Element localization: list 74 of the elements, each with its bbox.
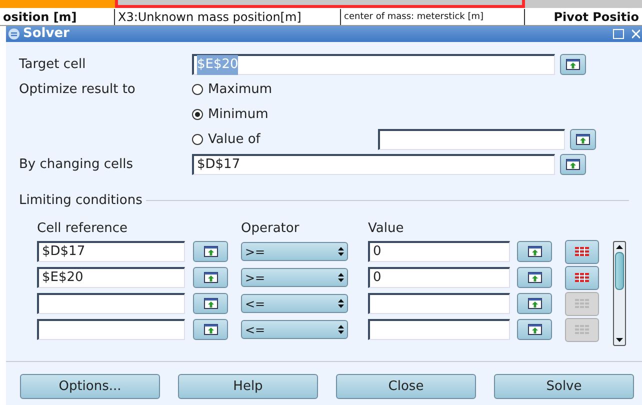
- shrink-button[interactable]: [560, 154, 586, 175]
- operator-select[interactable]: <=: [241, 294, 348, 313]
- radio-button[interactable]: [192, 84, 203, 95]
- shrink-button[interactable]: [193, 293, 228, 314]
- shrink-button[interactable]: [193, 319, 228, 340]
- shrink-button[interactable]: [193, 267, 228, 288]
- dialog-button[interactable]: Close: [336, 374, 476, 399]
- shrink-button[interactable]: [517, 319, 552, 340]
- scroll-up-icon: [616, 244, 623, 250]
- changing-cells-field[interactable]: $D$17: [192, 154, 555, 175]
- window-icon: [8, 28, 20, 40]
- remove-button[interactable]: [565, 266, 599, 290]
- shrink-icon: [566, 159, 580, 170]
- column-header: Value: [368, 220, 404, 238]
- cell-reference-field[interactable]: $D$17: [37, 241, 185, 262]
- cell-reference-field[interactable]: [37, 293, 185, 314]
- shrink-icon: [204, 246, 218, 257]
- dialog-button[interactable]: Solve: [494, 374, 634, 399]
- shrink-button[interactable]: [193, 241, 228, 262]
- table-rows-icon: [575, 325, 589, 334]
- scroll-down-icon: [616, 337, 623, 343]
- field-label: Target cell: [19, 56, 87, 74]
- value-field[interactable]: [378, 129, 565, 150]
- dialog-button[interactable]: Options...: [20, 374, 160, 399]
- shrink-icon: [204, 272, 218, 283]
- radio-label: Maximum: [208, 80, 274, 99]
- column-header: X3:Unknown mass position[m]: [115, 8, 341, 24]
- table-rows-icon: [575, 273, 589, 282]
- shrink-icon: [528, 246, 542, 257]
- up-down-icon: [338, 273, 344, 282]
- operator-select[interactable]: >=: [241, 242, 348, 261]
- column-header: Cell reference: [37, 220, 129, 238]
- shrink-button[interactable]: [517, 267, 552, 288]
- value-field[interactable]: [368, 319, 510, 340]
- cell-reference-field[interactable]: [37, 319, 185, 340]
- radio-label: Value of: [208, 130, 262, 149]
- window-title: Solver: [23, 25, 70, 44]
- remove-button[interactable]: [565, 240, 599, 264]
- radio-button[interactable]: [192, 109, 203, 120]
- column-header: osition [m]: [0, 8, 115, 24]
- column-header: Pivot Positio: [552, 8, 640, 24]
- up-down-icon: [338, 325, 344, 334]
- operator-select[interactable]: <=: [241, 320, 348, 339]
- close-icon[interactable]: [632, 29, 640, 39]
- table-rows-icon: [575, 247, 589, 256]
- shrink-icon: [528, 272, 542, 283]
- shrink-button[interactable]: [570, 129, 596, 150]
- value-field[interactable]: 0: [368, 241, 510, 262]
- shrink-icon: [204, 298, 218, 309]
- up-down-icon: [338, 247, 344, 256]
- up-down-icon: [338, 299, 344, 308]
- shrink-button[interactable]: [517, 293, 552, 314]
- dialog-button[interactable]: Help: [178, 374, 318, 399]
- shrink-icon: [204, 324, 218, 335]
- value-field[interactable]: 0: [368, 267, 510, 288]
- cell-reference-field[interactable]: $E$20: [37, 267, 185, 288]
- shrink-icon: [566, 59, 580, 70]
- shrink-icon: [576, 134, 590, 145]
- field-label: Optimize result to: [19, 80, 136, 99]
- maximize-icon[interactable]: [613, 29, 624, 39]
- table-rows-icon: [575, 299, 589, 308]
- operator-select[interactable]: >=: [241, 268, 348, 287]
- column-header: Operator: [241, 220, 300, 238]
- radio-label: Minimum: [208, 106, 270, 124]
- shrink-button[interactable]: [560, 54, 586, 75]
- scrollbar[interactable]: [613, 241, 626, 346]
- shrink-button[interactable]: [517, 241, 552, 262]
- shrink-icon: [528, 324, 542, 335]
- section-title: Limiting conditions: [19, 192, 142, 210]
- shrink-icon: [528, 298, 542, 309]
- radio-button[interactable]: [192, 134, 203, 145]
- value-field[interactable]: [368, 293, 510, 314]
- column-header: center of mass: meterstick [m]: [341, 8, 525, 24]
- field-label: By changing cells: [19, 156, 134, 174]
